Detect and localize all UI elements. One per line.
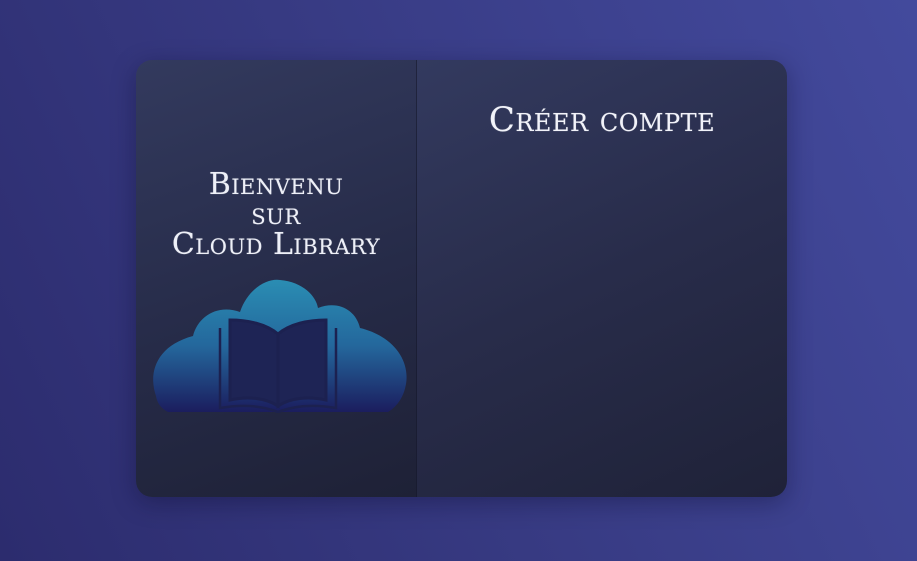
- welcome-line-1: Bienvenu: [208, 167, 344, 202]
- signup-card: Bienvenu sur Cloud Library Créer compte: [136, 60, 787, 497]
- create-account-title: Créer compte: [488, 100, 716, 140]
- cloud-book-icon: [153, 279, 407, 414]
- welcome-line-3: Cloud Library: [171, 227, 381, 262]
- welcome-heading: Bienvenu sur Cloud Library: [136, 170, 416, 260]
- welcome-line-2: sur: [251, 197, 301, 232]
- welcome-panel: Bienvenu sur Cloud Library: [136, 60, 417, 497]
- signup-panel: Créer compte: [417, 60, 787, 497]
- book-shape: [218, 318, 338, 414]
